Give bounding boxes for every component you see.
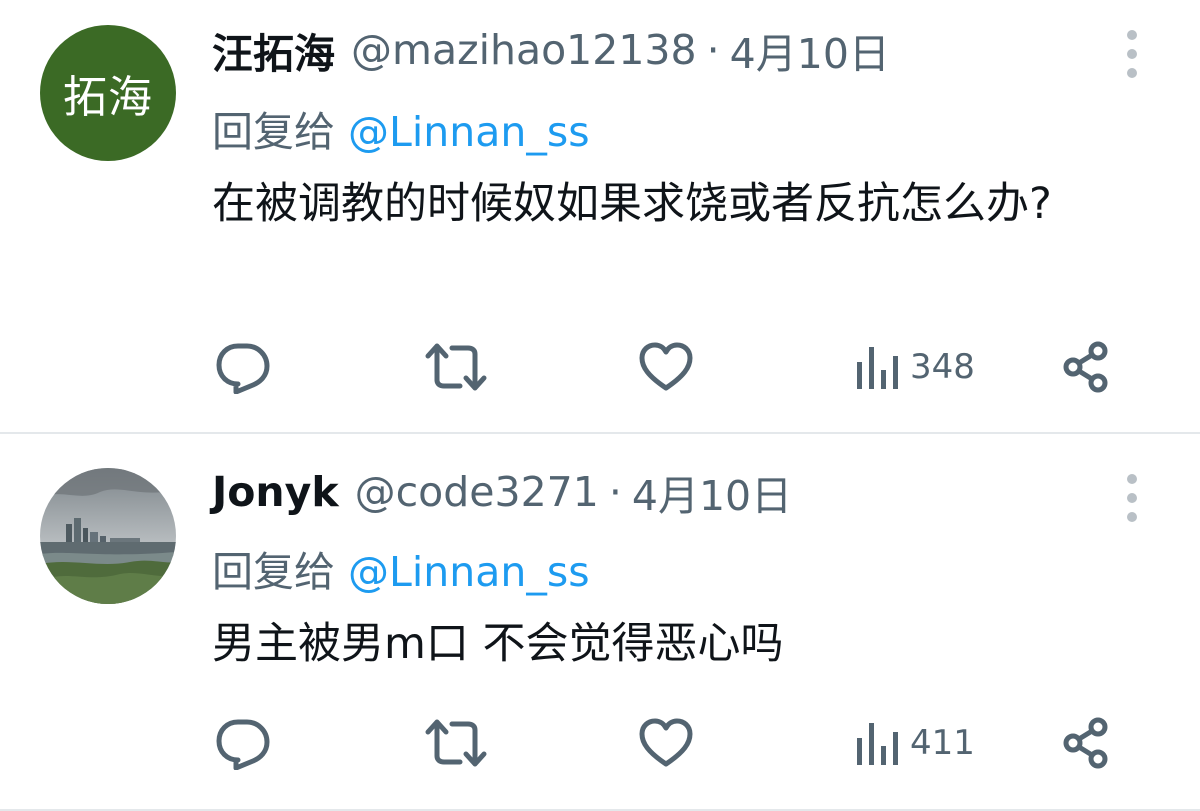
view-count: 348 <box>910 347 975 387</box>
retweet-button[interactable] <box>424 340 488 394</box>
tweet-header: 汪拓海 @mazihao12138 · 4月10日 <box>212 20 890 80</box>
reply-mention-link[interactable]: @Linnan_ss <box>348 108 590 156</box>
bar-chart-icon <box>857 347 898 389</box>
user-handle[interactable]: @code3271 <box>355 468 599 516</box>
avatar-label: 拓海 <box>63 72 153 123</box>
reply-icon <box>216 719 270 770</box>
avatar-photo <box>40 468 176 604</box>
bar-chart-icon <box>857 723 898 765</box>
display-name[interactable]: Jonyk <box>212 468 339 516</box>
views-button[interactable]: 411 <box>854 718 975 768</box>
display-name[interactable]: 汪拓海 <box>212 20 335 80</box>
user-handle[interactable]: @mazihao12138 <box>351 26 697 74</box>
tweet[interactable]: 拓海 汪拓海 @mazihao12138 · 4月10日 回复给 @Linnan… <box>0 0 1200 432</box>
more-vertical-icon[interactable] <box>1124 30 1140 78</box>
tweet-text: 在被调教的时候奴如果求饶或者反抗怎么办? <box>212 179 1052 229</box>
tweet-date[interactable]: 4月10日 <box>632 462 792 522</box>
share-icon <box>1063 717 1108 769</box>
more-vertical-icon[interactable] <box>1124 474 1140 522</box>
tweet[interactable]: Jonyk @code3271 · 4月10日 回复给 @Linnan_ss 男… <box>0 434 1200 809</box>
share-button[interactable] <box>1060 716 1114 770</box>
reply-icon <box>216 343 270 394</box>
reply-prefix: 回复给 <box>212 548 335 596</box>
reply-context: 回复给 @Linnan_ss <box>212 98 590 158</box>
retweet-button[interactable] <box>424 716 488 770</box>
heart-icon <box>639 718 693 767</box>
like-button[interactable] <box>638 716 694 770</box>
reply-context: 回复给 @Linnan_ss <box>212 538 590 598</box>
heart-icon <box>639 342 693 391</box>
views-button[interactable]: 348 <box>854 342 975 392</box>
like-button[interactable] <box>638 340 694 394</box>
share-icon <box>1063 341 1108 393</box>
avatar[interactable] <box>40 468 176 604</box>
separator-dot: · <box>608 468 622 516</box>
share-button[interactable] <box>1060 340 1114 394</box>
tweet-header: Jonyk @code3271 · 4月10日 <box>212 462 792 522</box>
tweet-date[interactable]: 4月10日 <box>730 20 890 80</box>
retweet-icon <box>425 719 487 767</box>
reply-prefix: 回复给 <box>212 108 335 156</box>
tweet-text: 男主被男m口 不会觉得恶心吗 <box>212 619 784 669</box>
reply-button[interactable] <box>214 340 272 394</box>
separator-dot: · <box>706 26 720 74</box>
view-count: 411 <box>910 723 975 763</box>
retweet-icon <box>425 343 487 391</box>
reply-mention-link[interactable]: @Linnan_ss <box>348 548 590 596</box>
reply-button[interactable] <box>214 716 272 770</box>
avatar[interactable]: 拓海 <box>40 25 176 161</box>
